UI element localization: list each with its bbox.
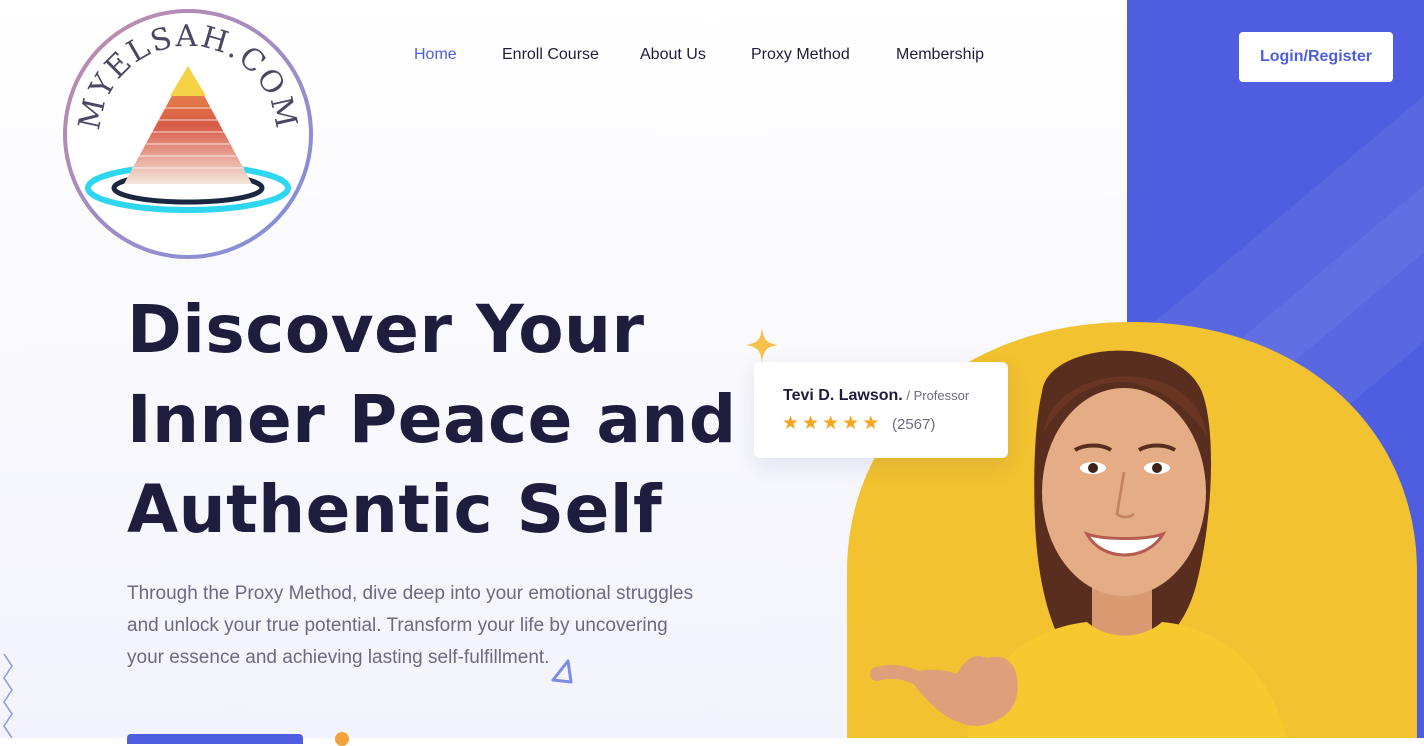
hero-title-line: Discover Your [127,291,645,368]
reviewer-role: / Professor [902,388,970,403]
nav-item-enroll-course[interactable]: Enroll Course [502,46,599,64]
login-register-button[interactable]: Login/Register [1239,32,1393,82]
review-card: Tevi D. Lawson. / Professor ★ ★ ★ ★ ★ (2… [754,362,1008,458]
reviewer-name: Tevi D. Lawson. / Professor [783,387,969,405]
triangle-decoration-icon [551,659,573,684]
star-icon: ★ [782,413,800,434]
hero-cta-button[interactable] [127,734,303,744]
nav-item-membership[interactable]: Membership [896,46,984,64]
nav-item-about-us[interactable]: About Us [640,46,706,64]
star-icon: ★ [842,413,860,434]
sparkle-icon [746,327,778,363]
star-icon: ★ [802,413,820,434]
hero-description: Through the Proxy Method, dive deep into… [127,583,694,668]
reviewer-name-text: Tevi D. Lawson. [783,387,903,404]
zigzag-decoration-icon [3,653,13,738]
hero-title-line: Authentic Self [127,471,663,548]
rating-stars: ★ ★ ★ ★ ★ [782,414,879,434]
site-logo[interactable]: MYELSAH.COM [62,8,314,260]
nav-item-proxy-method[interactable]: Proxy Method [751,46,850,64]
star-icon: ★ [862,413,880,434]
hero-title: Discover Your Inner Peace and Authentic … [127,285,747,555]
pyramid-logo-icon: MYELSAH.COM [63,9,313,259]
nav-item-home[interactable]: Home [414,46,457,64]
decorative-dot [335,732,349,746]
star-icon: ★ [822,413,840,434]
hero-title-line: Inner Peace and [127,381,737,458]
review-count: (2567) [892,416,936,433]
